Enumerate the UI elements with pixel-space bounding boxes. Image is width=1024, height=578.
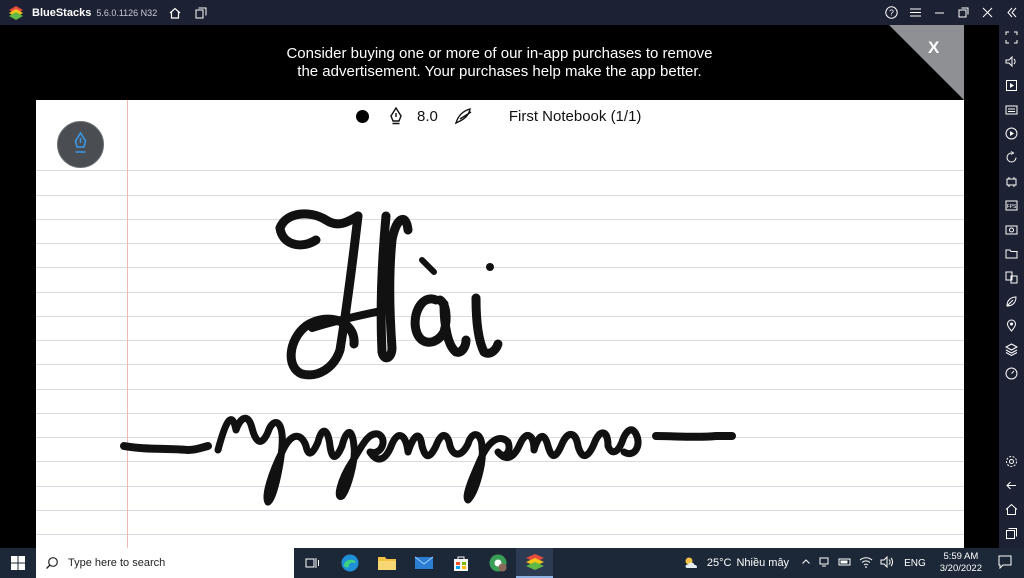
menu-icon[interactable] <box>907 4 924 21</box>
performance-icon[interactable] <box>1003 365 1020 382</box>
game-controls-icon[interactable] <box>1003 173 1020 190</box>
bluestacks-sidebar: FPS <box>999 25 1024 548</box>
handwriting-ink <box>120 209 736 506</box>
rotate-icon[interactable] <box>1003 149 1020 166</box>
system-tray: 25°C Nhiều mây ENG 5:59 AM 3/20/2022 <box>682 548 1024 578</box>
svg-text:?: ? <box>889 8 894 18</box>
fullscreen-icon[interactable] <box>1003 29 1020 46</box>
macro-icon[interactable] <box>1003 125 1020 142</box>
task-view-icon[interactable] <box>294 548 331 578</box>
ad-text-line1: Consider buying one or more of our in-ap… <box>286 45 713 62</box>
show-hidden-icons-icon[interactable] <box>801 557 811 570</box>
volume-icon[interactable] <box>1003 53 1020 70</box>
folder-icon[interactable] <box>1003 245 1020 262</box>
clock-date: 3/20/2022 <box>939 563 982 574</box>
help-icon[interactable]: ? <box>883 4 900 21</box>
screenshot-icon[interactable] <box>1003 221 1020 238</box>
app-name: BlueStacks <box>32 6 92 19</box>
ad-banner[interactable]: Consider buying one or more of our in-ap… <box>0 25 999 100</box>
settings-icon[interactable] <box>1003 453 1020 470</box>
multi-instance-sync-icon[interactable] <box>1003 269 1020 286</box>
clock-time: 5:59 AM <box>943 551 979 562</box>
multi-instance-icon[interactable] <box>193 5 209 21</box>
back-icon[interactable] <box>1003 477 1020 494</box>
fps-icon[interactable]: FPS <box>1003 197 1020 214</box>
notifications-icon[interactable] <box>998 555 1012 572</box>
mail-icon[interactable] <box>405 548 442 578</box>
svg-text:FPS: FPS <box>1007 204 1017 210</box>
media-manager-icon[interactable] <box>1003 77 1020 94</box>
wifi-icon[interactable] <box>859 556 873 571</box>
clock[interactable]: 5:59 AM 3/20/2022 <box>940 551 982 575</box>
bluestacks-taskbar-icon[interactable] <box>516 548 553 578</box>
home-icon[interactable] <box>167 5 183 21</box>
layers-icon[interactable] <box>1003 341 1020 358</box>
windows-start-icon[interactable] <box>0 548 36 578</box>
app-version: 5.6.0.1126 N32 <box>96 7 158 18</box>
file-explorer-icon[interactable] <box>368 548 405 578</box>
microsoft-store-icon[interactable] <box>442 548 479 578</box>
weather-text[interactable]: Nhiều mây <box>736 557 789 569</box>
restore-icon[interactable] <box>955 4 972 21</box>
eco-mode-icon[interactable] <box>1003 293 1020 310</box>
location-icon[interactable] <box>1003 317 1020 334</box>
bluestacks-logo-icon <box>9 5 23 20</box>
minimize-icon[interactable] <box>931 4 948 21</box>
recent-apps-icon[interactable] <box>1003 525 1020 542</box>
close-icon[interactable] <box>979 4 996 21</box>
window-titlebar: BlueStacks 5.6.0.1126 N32 ? <box>0 0 1024 25</box>
windows-taskbar: Type here to search 25°C Nhiều mây ENG 5… <box>0 548 1024 578</box>
emulator-screen: Consider buying one or more of our in-ap… <box>0 25 999 548</box>
search-icon <box>46 557 58 569</box>
ad-close-button[interactable]: X <box>928 38 939 58</box>
search-placeholder: Type here to search <box>68 557 166 569</box>
speaker-icon[interactable] <box>880 555 894 571</box>
notebook-page[interactable]: 8.0 First Notebook (1/1) <box>36 100 964 548</box>
battery-icon[interactable] <box>838 557 852 570</box>
taskbar-search-box[interactable]: Type here to search <box>36 548 294 578</box>
weather-cloud-icon <box>685 557 697 568</box>
android-home-icon[interactable] <box>1003 501 1020 518</box>
weather-temp[interactable]: 25°C <box>707 557 732 569</box>
ad-close-corner[interactable] <box>889 25 964 100</box>
language-indicator[interactable]: ENG <box>904 558 926 569</box>
keyboard-controls-icon[interactable] <box>1003 101 1020 118</box>
meet-now-icon[interactable] <box>819 556 831 571</box>
ad-text-line2: the advertisement. Your purchases help m… <box>297 63 702 80</box>
edge-browser-icon[interactable] <box>331 548 368 578</box>
collapse-sidebar-icon[interactable] <box>1003 4 1020 21</box>
chrome-profile-icon[interactable] <box>479 548 516 578</box>
